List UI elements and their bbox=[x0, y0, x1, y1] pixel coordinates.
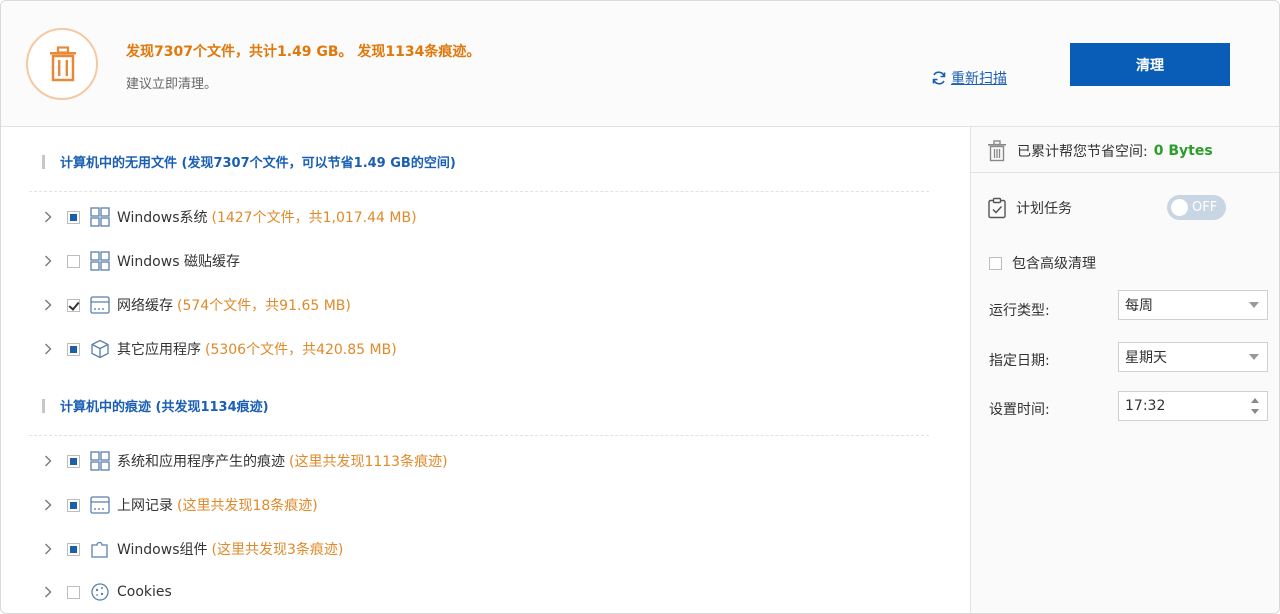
chevron-right-icon[interactable] bbox=[41, 542, 55, 556]
item-name: 上网记录 bbox=[117, 498, 173, 514]
refresh-icon bbox=[932, 71, 946, 85]
section-title-text: 计算机中的无用文件 (发现7307个文件，可以节省1.49 GB的空间) bbox=[60, 156, 456, 171]
list-item-windows-tile-cache[interactable]: Windows 磁贴缓存 bbox=[41, 249, 244, 273]
settings-panel: 已累计帮您节省空间: 0 Bytes 计划任务 OFF 包含高级清理 运行类型:… bbox=[970, 127, 1279, 613]
dropdown-arrow-icon bbox=[1249, 302, 1259, 308]
section-divider bbox=[29, 191, 929, 192]
scheduled-task-label: 计划任务 bbox=[987, 197, 1072, 219]
windows-icon bbox=[90, 251, 110, 271]
dropdown-arrow-icon bbox=[1249, 354, 1259, 360]
item-checkbox[interactable] bbox=[67, 298, 80, 312]
section-divider bbox=[29, 435, 929, 436]
time-label: 设置时间: bbox=[989, 402, 1050, 418]
saved-space-summary: 已累计帮您节省空间: 0 Bytes bbox=[987, 140, 1213, 162]
section-bar bbox=[42, 154, 45, 169]
item-checkbox[interactable] bbox=[67, 585, 80, 599]
trash-icon bbox=[988, 140, 1006, 162]
advanced-clean-option[interactable]: 包含高级清理 bbox=[989, 253, 1096, 273]
item-name: Windows 磁贴缓存 bbox=[117, 254, 240, 270]
trash-icon bbox=[50, 46, 76, 82]
section-title-text: 计算机中的痕迹 (共发现1134痕迹) bbox=[60, 400, 269, 415]
advanced-checkbox[interactable] bbox=[989, 256, 1002, 270]
section-junk-files-title: 计算机中的无用文件 (发现7307个文件，可以节省1.49 GB的空间) bbox=[42, 152, 456, 171]
windows-icon bbox=[90, 207, 110, 227]
box-icon bbox=[90, 339, 110, 359]
rescan-label: 重新扫描 bbox=[951, 71, 1007, 87]
list-item-system-app-traces[interactable]: 系统和应用程序产生的痕迹 (这里共发现1113条痕迹) bbox=[41, 449, 448, 473]
puzzle-icon bbox=[90, 539, 110, 559]
run-type-value: 每周 bbox=[1125, 298, 1153, 314]
list-item-windows-system[interactable]: Windows系统 (1427个文件，共1,017.44 MB) bbox=[41, 205, 417, 229]
windows-icon bbox=[90, 451, 110, 471]
spin-up-icon[interactable] bbox=[1251, 398, 1259, 403]
item-name: Windows系统 bbox=[117, 210, 208, 226]
cleaner-window: 发现7307个文件，共计1.49 GB。 发现1134条痕迹。 建议立即清理。 … bbox=[0, 0, 1280, 614]
list-item-cookies[interactable]: Cookies bbox=[41, 580, 176, 604]
item-name: 其它应用程序 bbox=[117, 342, 201, 358]
item-name: Windows组件 bbox=[117, 542, 208, 558]
spin-down-icon[interactable] bbox=[1251, 409, 1259, 414]
run-type-select[interactable]: 每周 bbox=[1118, 290, 1268, 320]
item-checkbox[interactable] bbox=[67, 210, 80, 224]
item-detail: (这里共发现3条痕迹) bbox=[211, 542, 344, 558]
time-spinner[interactable]: 17:32 bbox=[1118, 391, 1268, 421]
date-select[interactable]: 星期天 bbox=[1118, 342, 1268, 372]
saved-label: 已累计帮您节省空间: bbox=[1017, 144, 1148, 160]
date-value: 星期天 bbox=[1125, 350, 1167, 366]
advice-text: 建议立即清理。 bbox=[126, 77, 218, 92]
toggle-state: OFF bbox=[1192, 200, 1218, 215]
item-checkbox[interactable] bbox=[67, 542, 80, 556]
chevron-right-icon[interactable] bbox=[41, 298, 55, 312]
browser-icon bbox=[90, 295, 110, 315]
item-checkbox[interactable] bbox=[67, 342, 80, 356]
item-detail: (5306个文件，共420.85 MB) bbox=[205, 342, 397, 358]
cleanup-list: 计算机中的无用文件 (发现7307个文件，可以节省1.49 GB的空间) Win… bbox=[1, 127, 969, 613]
section-traces-title: 计算机中的痕迹 (共发现1134痕迹) bbox=[42, 396, 269, 415]
schedule-toggle[interactable]: OFF bbox=[1167, 195, 1226, 220]
panel-divider bbox=[971, 172, 1279, 173]
browser-icon bbox=[90, 495, 110, 515]
task-label: 计划任务 bbox=[1016, 201, 1072, 217]
chevron-right-icon[interactable] bbox=[41, 342, 55, 356]
advanced-label: 包含高级清理 bbox=[1012, 256, 1096, 272]
cookie-icon bbox=[90, 582, 110, 602]
item-name: 网络缓存 bbox=[117, 298, 173, 314]
saved-value: 0 Bytes bbox=[1153, 143, 1213, 159]
item-checkbox[interactable] bbox=[67, 454, 80, 468]
clipboard-check-icon bbox=[988, 197, 1006, 219]
item-detail: (这里共发现18条痕迹) bbox=[177, 498, 318, 514]
rescan-link[interactable]: 重新扫描 bbox=[931, 68, 1007, 88]
time-value: 17:32 bbox=[1125, 398, 1166, 414]
chevron-right-icon[interactable] bbox=[41, 210, 55, 224]
item-name: 系统和应用程序产生的痕迹 bbox=[117, 454, 285, 470]
list-item-windows-components[interactable]: Windows组件 (这里共发现3条痕迹) bbox=[41, 537, 343, 561]
item-checkbox[interactable] bbox=[67, 498, 80, 512]
item-name: Cookies bbox=[117, 584, 172, 600]
chevron-right-icon[interactable] bbox=[41, 254, 55, 268]
item-detail: (1427个文件，共1,017.44 MB) bbox=[211, 210, 417, 226]
scan-summary-header: 发现7307个文件，共计1.49 GB。 发现1134条痕迹。 建议立即清理。 … bbox=[1, 1, 1279, 127]
section-bar bbox=[42, 398, 45, 413]
list-item-web-cache[interactable]: 网络缓存 (574个文件，共91.65 MB) bbox=[41, 293, 351, 317]
toggle-knob bbox=[1171, 199, 1188, 216]
chevron-right-icon[interactable] bbox=[41, 585, 55, 599]
list-item-other-apps[interactable]: 其它应用程序 (5306个文件，共420.85 MB) bbox=[41, 337, 397, 361]
scan-summary-text: 发现7307个文件，共计1.49 GB。 发现1134条痕迹。 bbox=[126, 44, 481, 60]
trash-badge bbox=[26, 28, 98, 100]
item-detail: (574个文件，共91.65 MB) bbox=[177, 298, 351, 314]
run-type-label: 运行类型: bbox=[989, 303, 1050, 319]
chevron-right-icon[interactable] bbox=[41, 498, 55, 512]
item-checkbox[interactable] bbox=[67, 254, 80, 268]
clean-button[interactable]: 清理 bbox=[1070, 43, 1230, 86]
list-item-browsing-history[interactable]: 上网记录 (这里共发现18条痕迹) bbox=[41, 493, 318, 517]
date-label: 指定日期: bbox=[989, 353, 1050, 369]
chevron-right-icon[interactable] bbox=[41, 454, 55, 468]
item-detail: (这里共发现1113条痕迹) bbox=[289, 454, 448, 470]
